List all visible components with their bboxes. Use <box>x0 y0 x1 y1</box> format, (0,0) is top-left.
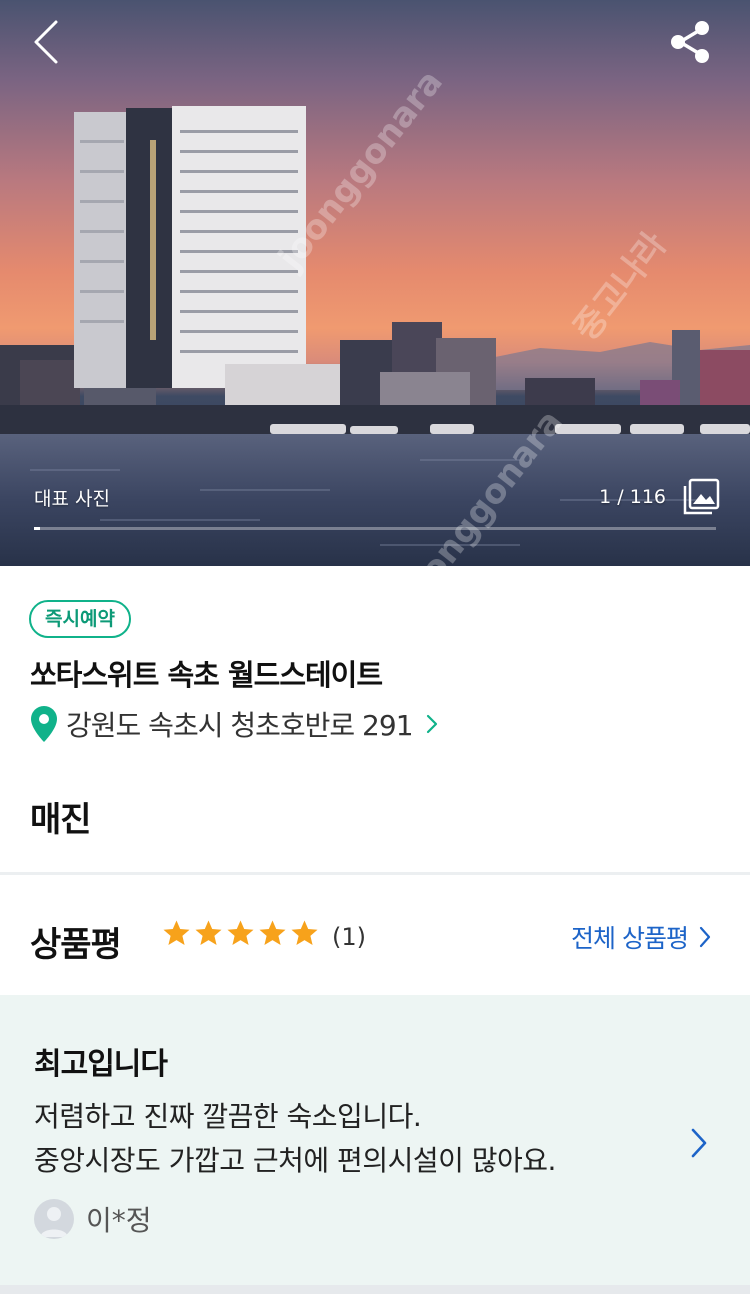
star-icon <box>163 920 190 945</box>
user-icon <box>40 1207 68 1237</box>
hotel-name: 쏘타스위트 속초 월드스테이트 <box>30 658 383 692</box>
gallery-button[interactable] <box>682 478 720 516</box>
map-pin-icon <box>31 706 57 742</box>
review-section-title: 상품평 <box>30 925 122 965</box>
share-button[interactable] <box>664 16 716 68</box>
address-link[interactable]: 강원도 속초시 청초호반로 291 <box>30 704 439 744</box>
sold-out-status: 매진 <box>30 800 92 840</box>
photo-counter: 1 / 116 <box>599 486 666 508</box>
star-icon <box>291 920 318 945</box>
review-body: 저렴하고 진짜 깔끔한 숙소입니다. 중앙시장도 가깝고 근처에 편의시설이 많… <box>34 1095 556 1183</box>
review-body-line: 중앙시장도 가깝고 근처에 편의시설이 많아요. <box>34 1144 556 1177</box>
chevron-right-icon <box>691 1128 707 1158</box>
hero-photo[interactable]: joonggonara 중고나라 joonggonara 대표 사진 1 / 1… <box>0 0 750 566</box>
star-icon <box>259 920 286 945</box>
photo-progress-fill <box>34 527 40 530</box>
star-rating <box>162 919 319 948</box>
bottom-divider <box>0 1285 750 1294</box>
review-body-line: 저렴하고 진짜 깔끔한 숙소입니다. <box>34 1100 422 1133</box>
chevron-left-icon <box>34 20 58 64</box>
chevron-right-icon <box>699 926 711 948</box>
hotel-photo <box>0 106 750 566</box>
address-text: 강원도 속초시 청초호반로 291 <box>66 709 414 742</box>
review-headline: 최고입니다 <box>34 1047 168 1082</box>
reviewer: 이*정 <box>34 1199 152 1239</box>
all-reviews-link[interactable]: 전체 상품평 <box>571 919 712 955</box>
back-button[interactable] <box>24 18 72 66</box>
share-icon <box>671 21 709 63</box>
instant-booking-badge: 즉시예약 <box>29 600 131 638</box>
avatar <box>34 1199 74 1239</box>
chevron-right-icon <box>426 714 437 734</box>
all-reviews-label: 전체 상품평 <box>571 924 689 953</box>
photo-progress-bar <box>34 527 716 530</box>
reviewer-name: 이*정 <box>86 1204 152 1237</box>
hotel-info: 즉시예약 쏘타스위트 속초 월드스테이트 강원도 속초시 청초호반로 291 매… <box>0 566 750 872</box>
hero-caption: 대표 사진 <box>34 488 110 510</box>
gallery-icon <box>683 478 720 515</box>
review-count: (1) <box>332 923 366 951</box>
review-section-header: 상품평 (1) 전체 상품평 <box>0 875 750 995</box>
star-icon <box>195 920 222 945</box>
star-icon <box>227 920 254 945</box>
review-card[interactable]: 최고입니다 저렴하고 진짜 깔끔한 숙소입니다. 중앙시장도 가깝고 근처에 편… <box>0 995 750 1285</box>
